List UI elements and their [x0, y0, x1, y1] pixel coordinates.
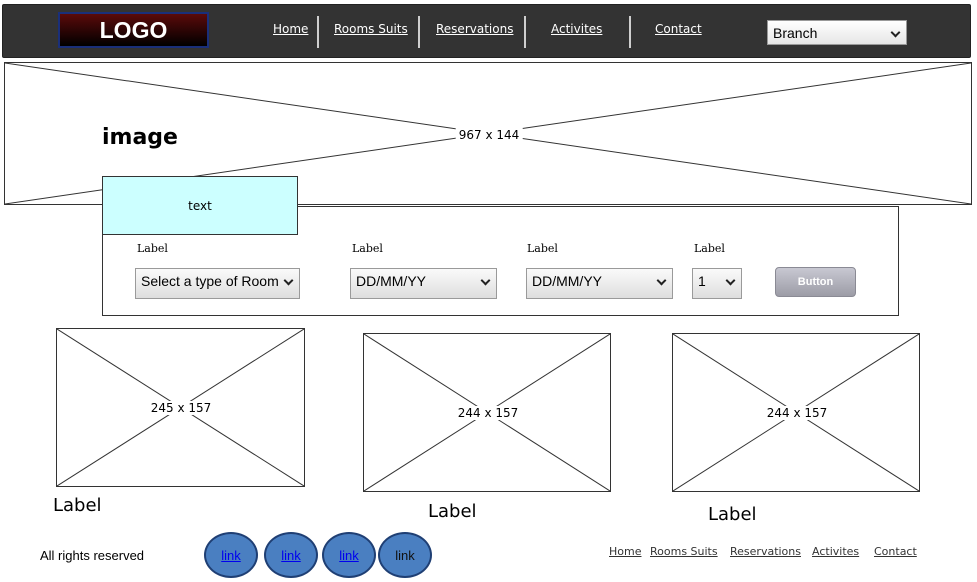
- chevron-down-icon: [283, 275, 294, 286]
- checkout-date-value: DD/MM/YY: [532, 273, 602, 289]
- branch-select[interactable]: Branch: [767, 20, 907, 45]
- nav-activites[interactable]: Activites: [551, 22, 602, 36]
- chevron-down-icon: [890, 27, 901, 38]
- booking-text-box: text: [102, 176, 298, 235]
- chevron-down-icon: [656, 275, 667, 286]
- checkin-date-label: Label: [352, 242, 383, 255]
- thumbnail-size-text: 245 x 157: [147, 401, 215, 415]
- branch-select-value: Branch: [773, 25, 818, 41]
- footer-circle-link[interactable]: link: [204, 532, 258, 578]
- thumbnail-label: Label: [708, 504, 757, 525]
- checkin-date-value: DD/MM/YY: [356, 273, 426, 289]
- footer-nav-activites[interactable]: Activites: [812, 545, 859, 558]
- nav-divider: [317, 16, 319, 48]
- nav-home[interactable]: Home: [273, 22, 308, 36]
- footer-nav-contact[interactable]: Contact: [874, 545, 917, 558]
- thumbnail-label: Label: [428, 501, 477, 522]
- nav-divider: [629, 16, 631, 48]
- nav-contact[interactable]: Contact: [655, 22, 702, 36]
- nav-rooms-suits[interactable]: Rooms Suits: [334, 22, 408, 36]
- logo[interactable]: LOGO: [58, 12, 209, 48]
- thumbnail-image-placeholder: 245 x 157: [56, 328, 305, 487]
- nav-divider: [418, 16, 420, 48]
- nav-reservations[interactable]: Reservations: [436, 22, 513, 36]
- footer-circle-link[interactable]: link: [378, 532, 432, 578]
- room-type-label: Label: [137, 242, 168, 255]
- room-type-select[interactable]: Select a type of Room: [135, 268, 300, 299]
- hero-size-text: 967 x 144: [455, 128, 523, 142]
- thumbnail-image-placeholder: 244 x 157: [363, 333, 611, 492]
- checkout-date-label: Label: [527, 242, 558, 255]
- footer-nav-reservations[interactable]: Reservations: [730, 545, 801, 558]
- copyright-text: All rights reserved: [40, 548, 145, 563]
- checkin-date-select[interactable]: DD/MM/YY: [350, 268, 497, 299]
- room-type-value: Select a type of Room: [141, 273, 279, 289]
- chevron-down-icon: [725, 275, 736, 286]
- search-button[interactable]: Button: [775, 267, 856, 297]
- checkout-date-select[interactable]: DD/MM/YY: [526, 268, 673, 299]
- guests-value: 1: [698, 273, 706, 289]
- thumbnail-label: Label: [53, 495, 102, 516]
- footer-circle-link[interactable]: link: [264, 532, 318, 578]
- nav-divider: [524, 16, 526, 48]
- chevron-down-icon: [480, 275, 491, 286]
- thumbnail-size-text: 244 x 157: [454, 406, 522, 420]
- guests-label: Label: [694, 242, 725, 255]
- thumbnail-size-text: 244 x 157: [763, 406, 831, 420]
- guests-select[interactable]: 1: [692, 268, 742, 299]
- footer-circle-link[interactable]: link: [322, 532, 376, 578]
- hero-image-title: image: [102, 125, 178, 150]
- footer-nav-home[interactable]: Home: [609, 545, 641, 558]
- thumbnail-image-placeholder: 244 x 157: [672, 333, 920, 492]
- footer-nav-rooms-suits[interactable]: Rooms Suits: [650, 545, 718, 558]
